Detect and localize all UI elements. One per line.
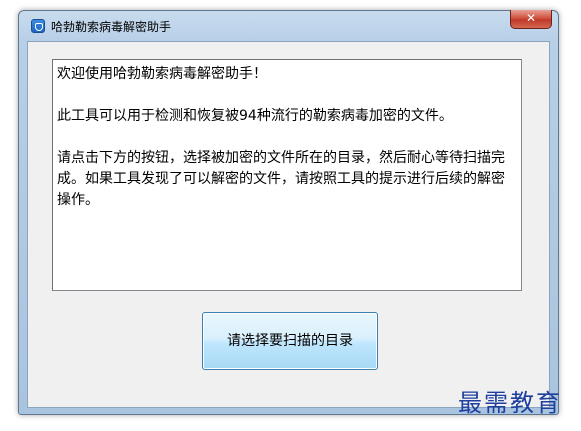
window-title: 哈勃勒索病毒解密助手: [51, 20, 172, 34]
shield-app-icon: [31, 19, 45, 33]
watermark-text: 最需教育: [458, 389, 562, 417]
close-button[interactable]: ✕: [510, 10, 552, 29]
welcome-line: 欢迎使用哈勃勒索病毒解密助手！: [57, 66, 267, 82]
dialog-body: 欢迎使用哈勃勒索病毒解密助手！ 此工具可以用于检测和恢复被94种流行的勒索病毒加…: [27, 41, 550, 408]
close-icon: ✕: [525, 11, 537, 25]
select-directory-button[interactable]: 请选择要扫描的目录: [202, 312, 378, 370]
description-line: 此工具可以用于检测和恢复被94种流行的勒索病毒加密的文件。: [57, 108, 453, 124]
info-textbox[interactable]: 欢迎使用哈勃勒索病毒解密助手！ 此工具可以用于检测和恢复被94种流行的勒索病毒加…: [52, 59, 522, 291]
instruction-paragraph: 请点击下方的按钮，选择被加密的文件所在的目录，然后耐心等待扫描完成。如果工具发现…: [57, 150, 505, 208]
app-window: 哈勃勒索病毒解密助手 ✕ 欢迎使用哈勃勒索病毒解密助手！ 此工具可以用于检测和恢…: [18, 10, 559, 415]
title-bar[interactable]: 哈勃勒索病毒解密助手 ✕: [19, 10, 558, 41]
